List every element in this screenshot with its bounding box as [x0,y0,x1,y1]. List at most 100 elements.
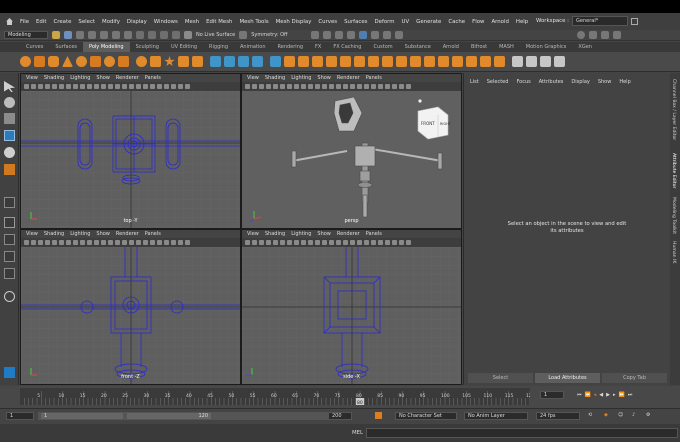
vp-menu-lighting[interactable]: Lighting [291,231,311,237]
combine-icon[interactable] [210,56,221,67]
menu-flow[interactable]: Flow [472,19,484,25]
bridge-icon[interactable] [298,56,309,67]
outliner-layout-icon[interactable] [4,268,15,279]
conform-icon[interactable] [480,56,491,67]
side-by-side-icon[interactable] [4,234,15,245]
select-button[interactable]: Select [468,373,533,383]
menu-file[interactable]: File [20,19,29,25]
slide-edge-icon[interactable] [452,56,463,67]
open-scene-icon[interactable] [52,31,60,39]
history-icon[interactable] [311,31,320,39]
search-icon[interactable] [4,291,15,302]
shelf-tab-rigging[interactable]: Rigging [203,42,234,52]
single-pane-icon[interactable] [4,197,15,208]
uv-editor-icon[interactable] [540,56,551,67]
vp-menu-panels[interactable]: Panels [366,75,382,81]
menu-windows[interactable]: Windows [154,19,178,25]
vp-menu-renderer[interactable]: Renderer [116,231,139,237]
attr-menu-display[interactable]: Display [571,79,589,85]
fps-dropdown[interactable]: 24 fps [536,412,580,420]
redo-icon[interactable] [88,31,96,39]
poly-cube-icon[interactable] [34,56,45,67]
step-forward-key-icon[interactable]: ⏩ [619,392,625,398]
timeline-track[interactable]: 5 10 15 20 25 30 35 40 45 50 55 60 65 70 75 80 85 90 95 100… [20,388,535,406]
select-hierarchy-icon[interactable] [100,31,108,39]
undo-icon[interactable] [76,31,84,39]
side-tab-modeling-toolkit[interactable]: Modeling Toolkit [671,197,676,234]
menu-help[interactable]: Help [516,19,528,25]
attr-menu-attributes[interactable]: Attributes [539,79,564,85]
shelf-tab-animation[interactable]: Animation [234,42,272,52]
attr-menu-selected[interactable]: Selected [487,79,509,85]
attr-toggle-icon[interactable] [601,31,610,39]
toolkit-toggle-icon[interactable] [589,31,598,39]
multi-cut-icon[interactable] [354,56,365,67]
load-attributes-button[interactable]: Load Attributes [535,373,600,383]
separate-icon[interactable] [224,56,235,67]
append-icon[interactable] [340,56,351,67]
attr-menu-focus[interactable]: Focus [516,79,530,85]
shelf-tab-custom[interactable]: Custom [367,42,398,52]
select-component-icon[interactable] [124,31,132,39]
poly-cone-icon[interactable] [62,56,73,67]
menu-arnold[interactable]: Arnold [491,19,508,25]
menu-surfaces[interactable]: Surfaces [344,19,367,25]
arnold-render-icon[interactable] [371,31,380,39]
workspace-dropdown[interactable]: General* [572,16,628,26]
poly-disc-icon[interactable] [104,56,115,67]
collapse-icon[interactable] [424,56,435,67]
super-shape-icon[interactable] [136,56,147,67]
vp-menu-show[interactable]: Show [317,231,331,237]
bevel-icon[interactable] [312,56,323,67]
shelf-tab-sculpting[interactable]: Sculpting [130,42,165,52]
command-input[interactable] [366,428,678,438]
extrude-icon[interactable] [284,56,295,67]
vp-menu-shading[interactable]: Shading [265,75,285,81]
live-surface-label[interactable]: No Live Surface [196,32,235,38]
text-icon[interactable] [178,56,189,67]
snap-grid-icon[interactable] [136,31,144,39]
vp-menu-renderer[interactable]: Renderer [337,231,360,237]
anim-layer-dropdown[interactable]: No Anim Layer [464,412,528,420]
shelf-tab-bifrost[interactable]: Bifrost [465,42,493,52]
character-icon[interactable]: ☺ [618,412,623,418]
vp-menu-show[interactable]: Show [96,231,110,237]
sweep-mesh-icon[interactable] [150,56,161,67]
mirror-icon[interactable] [270,56,281,67]
mode-dropdown[interactable]: Modeling [4,31,48,39]
side-tab-channel-box[interactable]: Channel Box / Layer Editor [671,79,676,140]
shelf-tab-curves[interactable]: Curves [20,42,49,52]
save-scene-icon[interactable] [64,31,72,39]
scale-tool-icon[interactable] [4,164,15,175]
shelf-tab-poly-modeling[interactable]: Poly Modeling [83,42,130,52]
vp-menu-lighting[interactable]: Lighting [70,231,90,237]
vp-menu-view[interactable]: View [247,231,259,237]
step-back-frame-icon[interactable]: ◂ [594,392,597,398]
side-tab-human-ik[interactable]: Human IK [671,241,676,263]
snap-view-icon[interactable] [172,31,180,39]
viewport-toolbar[interactable] [242,82,461,91]
persp-graph-icon[interactable] [4,251,15,262]
range-start-field[interactable]: 1 [40,412,124,420]
go-to-start-icon[interactable]: ⏮ [577,392,582,398]
anim-prefs-icon[interactable]: ⚙ [646,412,650,418]
menu-uv[interactable]: UV [402,19,410,25]
home-icon[interactable] [6,18,13,25]
render-icon[interactable] [323,31,332,39]
shelf-tab-arnold[interactable]: Arnold [437,42,465,52]
shelf-tab-surfaces[interactable]: Surfaces [49,42,83,52]
character-set-dropdown[interactable]: No Character Set [395,412,457,420]
symmetry-icon[interactable] [239,31,248,39]
viewport-toolbar[interactable] [242,238,461,247]
crease-icon[interactable] [466,56,477,67]
vp-menu-shading[interactable]: Shading [44,75,64,81]
vp-menu-show[interactable]: Show [96,75,110,81]
poly-torus-icon[interactable] [76,56,87,67]
star-icon[interactable] [164,56,175,67]
quad-draw-icon[interactable] [438,56,449,67]
menu-mesh[interactable]: Mesh [185,19,199,25]
attr-menu-list[interactable]: List [470,79,479,85]
shelf-tab-fx-caching[interactable]: FX Caching [327,42,367,52]
shelf-tab-fx[interactable]: FX [309,42,327,52]
menu-modify[interactable]: Modify [102,19,120,25]
